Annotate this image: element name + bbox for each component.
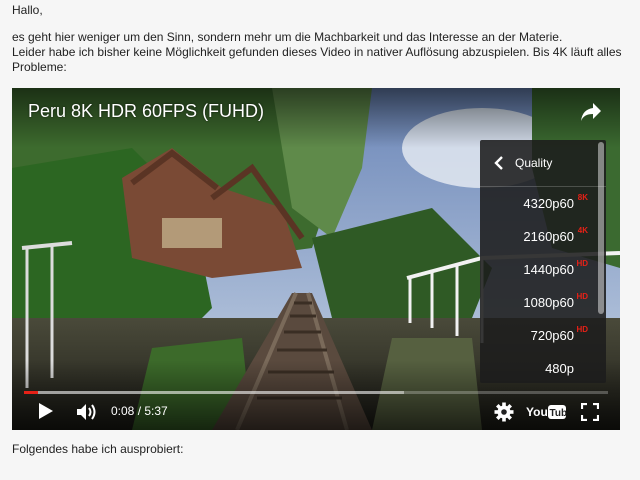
quality-option[interactable]: 720p60 HD xyxy=(480,319,606,352)
fullscreen-icon[interactable] xyxy=(581,403,599,421)
played-bar xyxy=(24,391,39,394)
quality-option-label: 1440p60 xyxy=(523,262,574,277)
quality-option[interactable]: 2160p60 4K xyxy=(480,220,606,253)
quality-option[interactable]: 480p xyxy=(480,352,606,385)
share-icon[interactable] xyxy=(580,102,602,122)
quality-menu[interactable]: Quality 4320p60 8K 2160p60 4K 1440p60 HD… xyxy=(480,140,606,383)
quality-badge: HD xyxy=(576,292,588,301)
post-paragraph-3: Probleme: xyxy=(12,60,67,74)
quality-option-label: 720p60 xyxy=(530,328,574,343)
volume-icon[interactable] xyxy=(76,402,98,422)
quality-option-label: 1080p60 xyxy=(523,295,574,310)
quality-option-label: 4320p60 xyxy=(523,196,574,211)
svg-text:Tube: Tube xyxy=(550,408,567,419)
video-player[interactable]: Peru 8K HDR 60FPS (FUHD) Quality 4320p60… xyxy=(12,88,620,430)
quality-badge: 4K xyxy=(577,226,588,235)
quality-menu-title: Quality xyxy=(515,156,553,170)
time-display: 0:08 / 5:37 xyxy=(111,404,168,418)
buffered-bar xyxy=(24,391,404,394)
post-footer-text: Folgendes habe ich ausprobiert: xyxy=(12,442,184,456)
quality-options: 4320p60 8K 2160p60 4K 1440p60 HD 1080p60… xyxy=(480,187,606,385)
post-paragraph-2: Leider habe ich bisher keine Möglichkeit… xyxy=(12,45,622,59)
quality-menu-scrollbar[interactable] xyxy=(598,142,604,314)
quality-option-label: 2160p60 xyxy=(523,229,574,244)
post-paragraph-1: es geht hier weniger um den Sinn, sonder… xyxy=(12,30,563,44)
quality-option[interactable]: 1440p60 HD xyxy=(480,253,606,286)
video-title[interactable]: Peru 8K HDR 60FPS (FUHD) xyxy=(28,101,264,122)
quality-badge: HD xyxy=(576,259,588,268)
gear-icon[interactable] xyxy=(494,402,514,422)
youtube-logo[interactable]: You Tube xyxy=(526,403,566,421)
quality-badge: HD xyxy=(576,325,588,334)
chevron-left-icon[interactable] xyxy=(494,156,504,170)
progress-bar[interactable] xyxy=(24,391,608,394)
svg-text:You: You xyxy=(526,405,548,419)
greeting-text: Hallo, xyxy=(12,3,43,17)
quality-option[interactable]: 4320p60 8K xyxy=(480,187,606,220)
quality-menu-header[interactable]: Quality xyxy=(480,140,606,187)
quality-option[interactable]: 1080p60 HD xyxy=(480,286,606,319)
play-icon[interactable] xyxy=(38,402,54,420)
quality-badge: 8K xyxy=(577,193,588,202)
quality-option-label: 480p xyxy=(545,361,574,376)
